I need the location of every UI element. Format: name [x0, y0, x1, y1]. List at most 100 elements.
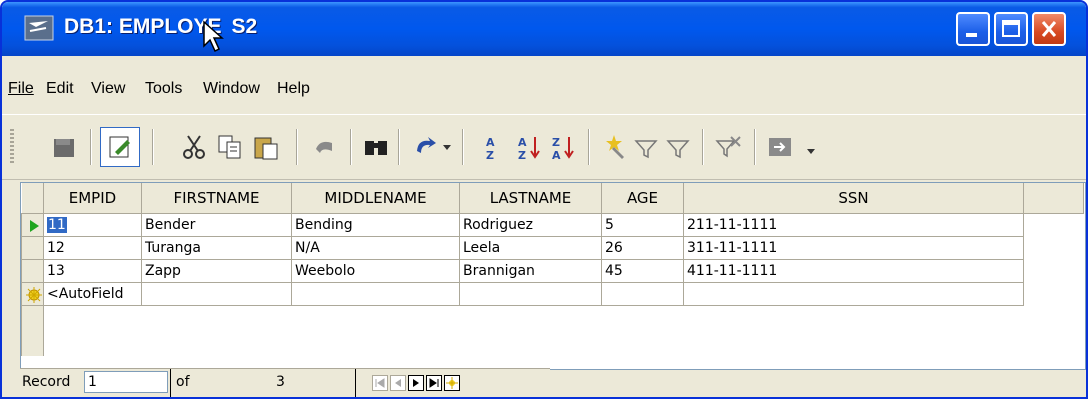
next-record-icon: [413, 379, 419, 387]
menu-edit[interactable]: Edit: [46, 80, 74, 98]
standard-filter-icon[interactable]: [664, 133, 692, 161]
row-selector[interactable]: [21, 259, 44, 283]
table-cell[interactable]: [291, 282, 460, 306]
table-cell[interactable]: 211-11-1111: [683, 213, 1024, 237]
table-cell[interactable]: 45: [601, 259, 684, 283]
toolbar-separator: [588, 129, 590, 165]
filter-icon[interactable]: [632, 133, 660, 161]
previous-record-button[interactable]: [390, 375, 406, 391]
table-cell[interactable]: Bender: [141, 213, 292, 237]
column-header[interactable]: EMPID: [43, 183, 142, 214]
table-cell[interactable]: Weebolo: [291, 259, 460, 283]
table-cell[interactable]: 26: [601, 236, 684, 260]
table-cell[interactable]: [683, 282, 1024, 306]
table-cell[interactable]: 411-11-1111: [683, 259, 1024, 283]
corner-header[interactable]: [21, 183, 44, 214]
table-cell[interactable]: [459, 282, 602, 306]
table-cell[interactable]: N/A: [291, 236, 460, 260]
header-row: EMPID FIRSTNAME MIDDLENAME LASTNAME AGE …: [21, 183, 1084, 214]
toolbar-separator: [296, 129, 298, 165]
svg-text:Z: Z: [552, 136, 560, 149]
table-cell[interactable]: Bending: [291, 213, 460, 237]
of-label: of: [176, 374, 190, 390]
chevron-down-icon[interactable]: [442, 143, 452, 151]
new-record-button[interactable]: [444, 375, 460, 391]
table-cell[interactable]: 13: [43, 259, 142, 283]
table-cell[interactable]: 11: [43, 213, 142, 237]
menu-help[interactable]: Help: [277, 80, 310, 98]
last-record-icon: [429, 378, 439, 388]
table-row[interactable]: 13 Zapp Weebolo Brannigan 45 411-11-1111: [21, 259, 1084, 283]
toolbar-grip[interactable]: [10, 129, 14, 165]
table-cell[interactable]: Leela: [459, 236, 602, 260]
table-cell[interactable]: Zapp: [141, 259, 292, 283]
svg-text:A: A: [486, 136, 495, 149]
maximize-icon: [1002, 20, 1020, 37]
svg-text:A: A: [552, 149, 561, 161]
sort-icon[interactable]: AZ: [478, 133, 506, 161]
database-app-icon: [24, 15, 54, 41]
table-cell[interactable]: 12: [43, 236, 142, 260]
toolbar-separator: [90, 129, 92, 165]
toolbar-separator: [398, 129, 400, 165]
undo-icon[interactable]: [310, 133, 338, 161]
sort-descending-icon[interactable]: ZA: [550, 133, 578, 161]
toolbar-overflow-icon[interactable]: [806, 147, 816, 155]
toolbar-separator: [462, 129, 464, 165]
menu-tools[interactable]: Tools: [145, 80, 182, 98]
first-record-icon: [375, 378, 385, 388]
column-header-filler: [1023, 183, 1084, 214]
paste-icon[interactable]: [252, 133, 280, 161]
record-number-input[interactable]: 1: [84, 371, 168, 393]
column-header[interactable]: AGE: [601, 183, 684, 214]
next-record-button[interactable]: [408, 375, 424, 391]
data-to-text-icon[interactable]: [766, 133, 794, 161]
minimize-button[interactable]: [956, 12, 990, 46]
edit-mode-button[interactable]: [100, 127, 140, 167]
last-record-button[interactable]: [426, 375, 442, 391]
menu-bar: File Edit View Tools Window Help: [2, 80, 1086, 110]
table-row[interactable]: 11 Bender Bending Rodriguez 5 211-11-111…: [21, 213, 1084, 237]
table-cell[interactable]: Rodriguez: [459, 213, 602, 237]
find-icon[interactable]: [362, 133, 390, 161]
row-selector[interactable]: [21, 213, 44, 237]
cut-icon[interactable]: [180, 133, 208, 161]
svg-text:Z: Z: [518, 149, 526, 161]
column-header[interactable]: LASTNAME: [459, 183, 602, 214]
table-cell[interactable]: [601, 282, 684, 306]
row-selector[interactable]: [21, 236, 44, 260]
maximize-button[interactable]: [994, 12, 1028, 46]
close-icon: [1041, 21, 1057, 37]
sort-ascending-icon[interactable]: AZ: [516, 133, 544, 161]
table-cell[interactable]: [141, 282, 292, 306]
new-record-row[interactable]: <AutoField: [21, 282, 1084, 306]
column-header[interactable]: FIRSTNAME: [141, 183, 292, 214]
row-filler: [1024, 283, 1084, 306]
autofilter-icon[interactable]: [600, 133, 628, 161]
title-bar[interactable]: DB1: EMPLOYE S2: [2, 2, 1086, 56]
row-filler: [1024, 237, 1084, 260]
save-icon[interactable]: [50, 133, 78, 161]
menu-view[interactable]: View: [91, 80, 125, 98]
data-grid: EMPID FIRSTNAME MIDDLENAME LASTNAME AGE …: [20, 182, 1086, 370]
refresh-icon[interactable]: [412, 133, 440, 161]
table-cell[interactable]: 311-11-1111: [683, 236, 1024, 260]
table-cell[interactable]: Turanga: [141, 236, 292, 260]
remove-filter-icon[interactable]: [714, 133, 742, 161]
table-cell[interactable]: 5: [601, 213, 684, 237]
new-record-cell[interactable]: <AutoField: [43, 282, 142, 306]
first-record-button[interactable]: [372, 375, 388, 391]
menu-file[interactable]: File: [8, 80, 34, 98]
row-selector[interactable]: [21, 282, 44, 306]
record-count: 3: [276, 374, 285, 390]
selected-cell-value: 11: [47, 217, 67, 233]
menu-window[interactable]: Window: [203, 80, 260, 98]
status-divider: [170, 369, 171, 397]
close-button[interactable]: [1032, 12, 1066, 46]
copy-icon[interactable]: [216, 133, 244, 161]
table-cell[interactable]: Brannigan: [459, 259, 602, 283]
column-header[interactable]: SSN: [683, 183, 1024, 214]
column-header[interactable]: MIDDLENAME: [291, 183, 460, 214]
table-row[interactable]: 12 Turanga N/A Leela 26 311-11-1111: [21, 236, 1084, 260]
new-record-icon: [446, 377, 458, 389]
